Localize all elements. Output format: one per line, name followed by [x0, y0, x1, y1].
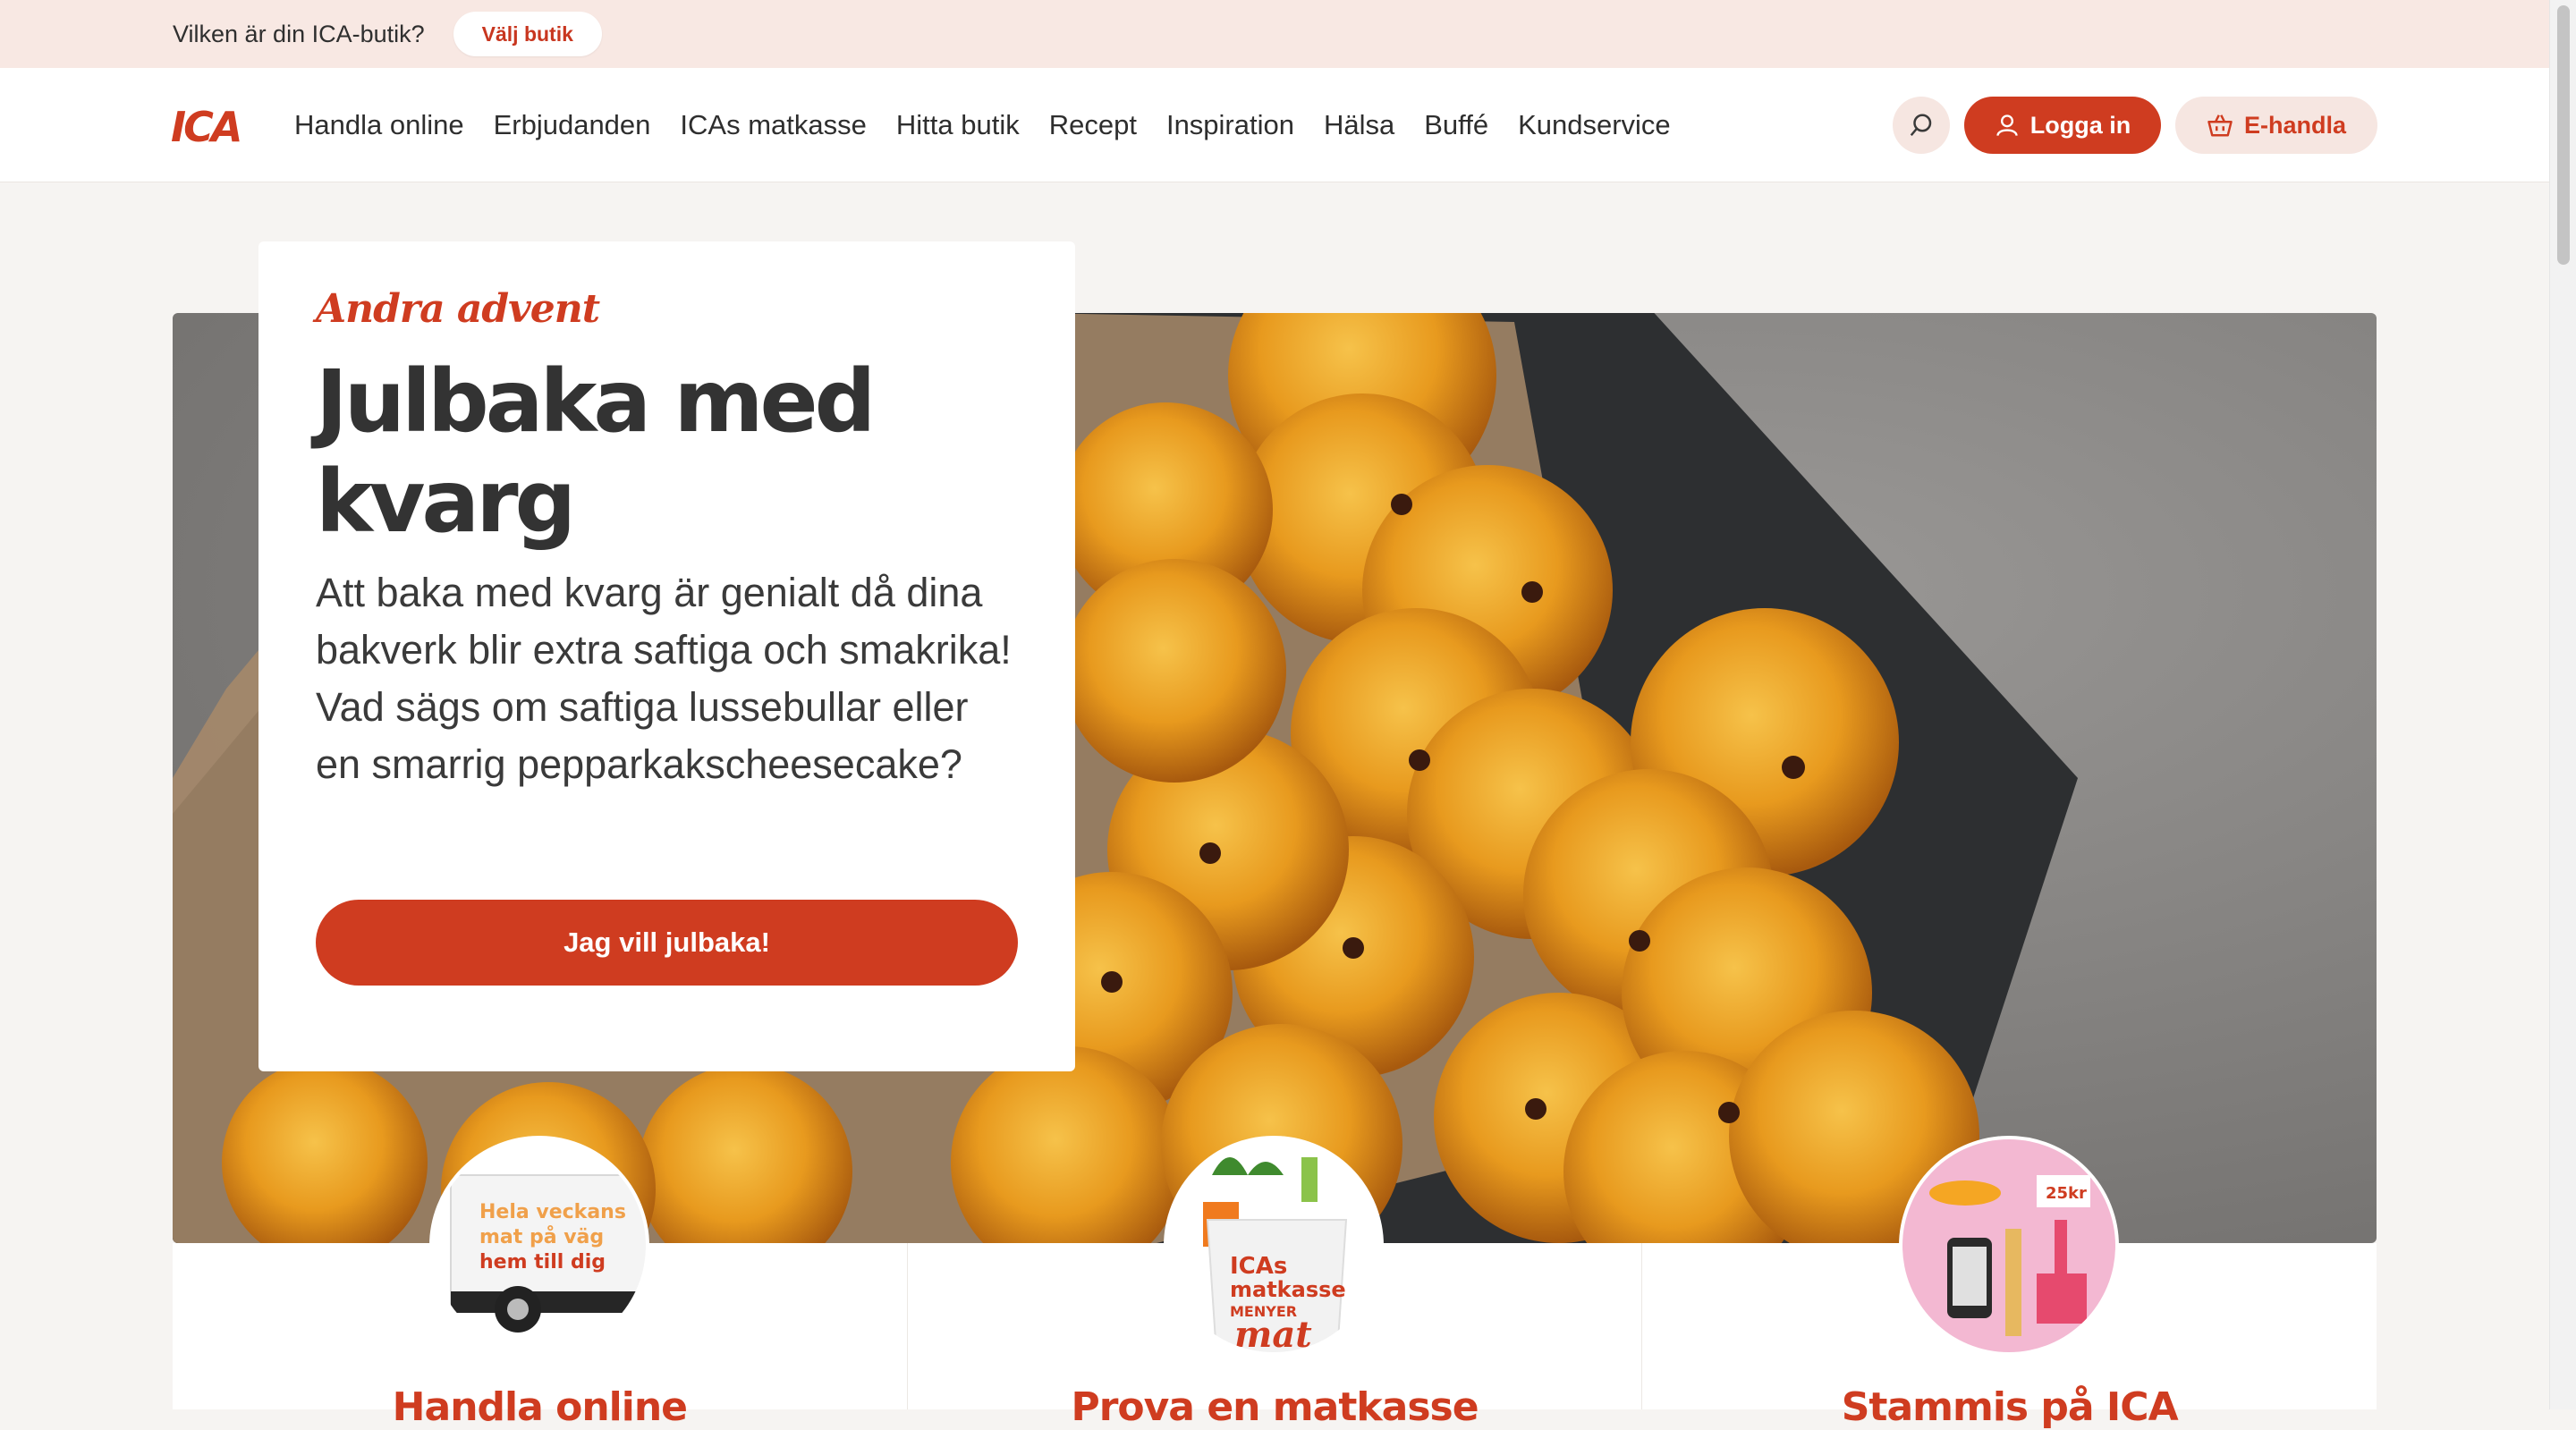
user-icon [1996, 114, 2018, 137]
hero-card: Andra advent Julbaka med kvarg Att baka … [258, 241, 1075, 1071]
svg-text:ICA: ICA [171, 106, 240, 145]
svg-text:hem till dig: hem till dig [479, 1251, 606, 1273]
ehandla-label: E-handla [2243, 111, 2346, 139]
svg-text:mat: mat [1234, 1314, 1312, 1356]
stammis-products-image: 25kr [1899, 1136, 2119, 1356]
nav-icas-matkasse[interactable]: ICAs matkasse [680, 109, 866, 141]
nav-inspiration[interactable]: Inspiration [1166, 109, 1294, 141]
store-selector-bar: Vilken är din ICA-butik? Välj butik [0, 0, 2549, 68]
svg-text:matkasse: matkasse [1230, 1277, 1346, 1302]
choose-store-button[interactable]: Välj butik [453, 12, 602, 56]
card-title[interactable]: Stammis på ICA [1642, 1384, 2377, 1430]
nav-recept[interactable]: Recept [1049, 109, 1137, 141]
nav-buffe[interactable]: Buffé [1424, 109, 1488, 141]
hero-title-line2: kvarg [316, 452, 576, 552]
nav-kundservice[interactable]: Kundservice [1518, 109, 1671, 141]
login-label: Logga in [2029, 111, 2131, 139]
basket-icon [2207, 114, 2233, 137]
card-title[interactable]: Prova en matkasse [908, 1384, 1642, 1430]
ica-logo[interactable]: ICA [171, 106, 251, 145]
svg-text:25kr: 25kr [2046, 1184, 2087, 1203]
card-title[interactable]: Handla online [173, 1384, 907, 1430]
ehandla-button[interactable]: E-handla [2175, 97, 2377, 154]
hero-description: Att baka med kvarg är genialt då dina ba… [316, 570, 1012, 787]
nav-erbjudanden[interactable]: Erbjudanden [494, 109, 651, 141]
delivery-van-image: Hela veckans mat på väg hem till dig [429, 1136, 649, 1356]
store-question: Vilken är din ICA-butik? [173, 20, 425, 47]
search-icon [1910, 114, 1932, 137]
main-header: ICA Handla online Erbjudanden ICAs matka… [0, 68, 2549, 182]
main-nav: Handla online Erbjudanden ICAs matkasse … [294, 68, 1671, 182]
nav-hitta-butik[interactable]: Hitta butik [896, 109, 1020, 141]
svg-text:ICAs: ICAs [1230, 1253, 1287, 1280]
hero-kicker: Andra advent [316, 286, 600, 332]
scrollbar-thumb[interactable] [2557, 5, 2570, 265]
login-button[interactable]: Logga in [1964, 97, 2161, 154]
hero-title-line1: Julbaka med [316, 351, 876, 452]
nav-halsa[interactable]: Hälsa [1324, 109, 1394, 141]
hero-title: Julbaka med kvarg [316, 351, 1018, 552]
svg-text:mat på väg: mat på väg [479, 1225, 604, 1248]
scrollbar[interactable] [2549, 0, 2576, 1409]
matkasse-bag-image: ICAs matkasse MENYER mat [1164, 1136, 1384, 1356]
hero-cta-button[interactable]: Jag vill julbaka! [316, 900, 1018, 986]
nav-handla-online[interactable]: Handla online [294, 109, 464, 141]
svg-text:Hela veckans: Hela veckans [479, 1201, 626, 1223]
search-button[interactable] [1893, 97, 1950, 154]
